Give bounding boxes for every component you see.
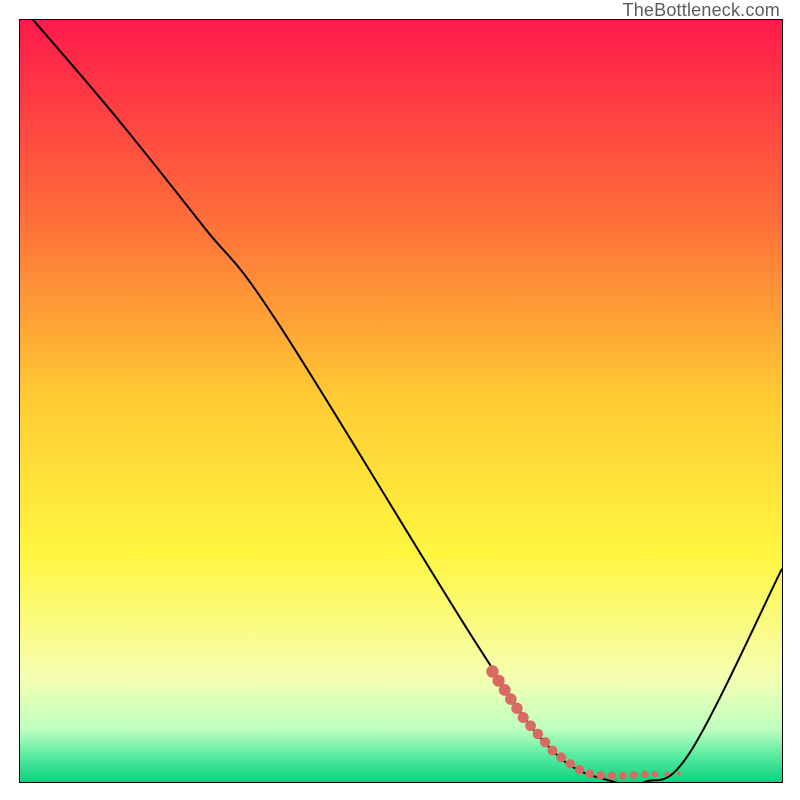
range-dot bbox=[511, 703, 522, 714]
range-dot bbox=[518, 712, 529, 723]
range-dot bbox=[652, 771, 658, 777]
gradient-background bbox=[20, 20, 782, 782]
range-dot bbox=[677, 772, 681, 776]
bottleneck-chart bbox=[20, 20, 782, 782]
range-dot bbox=[596, 771, 605, 780]
range-dot bbox=[565, 759, 574, 768]
range-dot bbox=[619, 772, 627, 780]
plot-area bbox=[19, 19, 783, 783]
range-dot bbox=[525, 720, 536, 731]
range-dot bbox=[575, 765, 584, 774]
watermark-label: TheBottleneck.com bbox=[623, 0, 780, 21]
range-dot bbox=[548, 746, 558, 756]
chart-frame: TheBottleneck.com bbox=[0, 0, 800, 800]
range-dot bbox=[533, 729, 544, 740]
range-dot bbox=[630, 771, 638, 779]
range-dot bbox=[608, 772, 616, 780]
range-dot bbox=[664, 771, 669, 776]
range-dot bbox=[556, 752, 566, 762]
range-dot bbox=[641, 771, 649, 779]
range-dot bbox=[540, 737, 550, 747]
range-dot bbox=[585, 769, 594, 778]
